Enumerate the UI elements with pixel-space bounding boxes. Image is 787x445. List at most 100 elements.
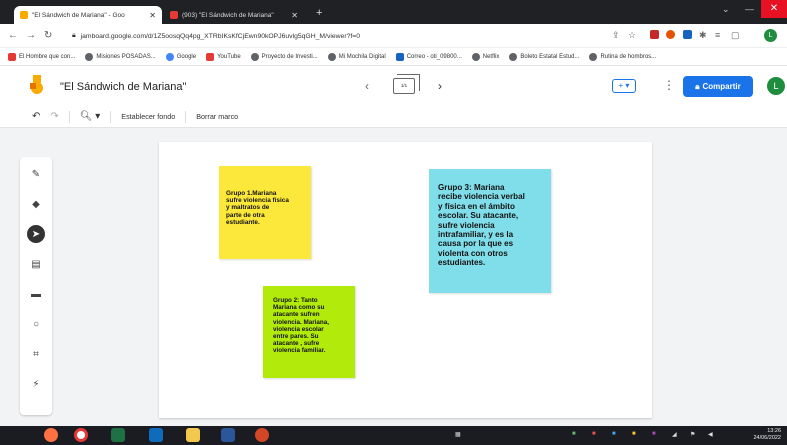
youtube-favicon-icon <box>170 11 178 19</box>
previous-frame-icon[interactable]: ‹ <box>365 79 369 93</box>
bookmark-item[interactable]: Boleto Estatal Estud... <box>509 52 579 61</box>
google-icon <box>165 52 174 61</box>
present-icon: + ▾ <box>618 81 630 90</box>
wifi-icon[interactable]: ◢ <box>672 431 677 438</box>
extensions-puzzle-icon[interactable]: ✱ <box>699 30 707 41</box>
tab-youtube[interactable]: (903) "El Sándwich de Mariana" ✕ <box>164 6 304 24</box>
jamboard-header: "El Sándwich de Mariana" ‹ 1/1 › + ▾ ⋮ 🔒… <box>0 66 787 106</box>
profile-avatar[interactable]: L <box>764 29 777 42</box>
opera-extension-icon[interactable] <box>666 30 675 39</box>
redo-icon[interactable]: ↷ <box>50 111 58 122</box>
frame-bar-button[interactable]: 1/1 <box>393 74 420 94</box>
bookmark-item[interactable]: Mi Mochila Digital <box>327 52 386 61</box>
document-title[interactable]: "El Sándwich de Mariana" <box>60 81 186 93</box>
flag-icon[interactable]: ⚑ <box>690 431 695 438</box>
undo-icon[interactable]: ↶ <box>32 111 40 122</box>
system-clock[interactable]: 13:26 24/06/2022 <box>753 428 781 442</box>
edit-toolbar: ↶ ↷ 🔍︎ ▾ Establecer fondo Borrar marco <box>0 106 787 128</box>
forward-icon[interactable]: → <box>26 30 36 41</box>
bookmark-favicon-icon <box>8 52 16 61</box>
tray-icon[interactable]: ■ <box>652 431 656 437</box>
sticky-note[interactable]: Grupo 3: Mariana recibe violencia verbal… <box>429 169 551 293</box>
url-text: jamboard.google.com/d/1Z5oosqQq4pg_XTRbI… <box>80 32 361 40</box>
eraser-icon[interactable]: ◆ <box>27 195 45 213</box>
divider <box>110 110 112 123</box>
new-tab-button[interactable]: + <box>316 7 322 19</box>
tab-title: "El Sándwich de Mariana" - Goo <box>32 11 125 19</box>
speaker-icon[interactable]: ◀︎ <box>708 431 713 438</box>
select-icon[interactable]: ➤ <box>27 225 45 243</box>
tray-icon[interactable]: ■ <box>632 431 636 437</box>
firefox-icon[interactable] <box>44 428 58 442</box>
zoom-icon[interactable]: 🔍︎ ▾ <box>80 111 101 122</box>
minimize-icon[interactable]: — <box>745 4 754 14</box>
tray-icon[interactable]: ■ <box>572 431 576 437</box>
side-panel-icon[interactable]: ▢ <box>731 30 740 41</box>
laser-icon[interactable]: ⚡︎ <box>27 375 45 393</box>
bookmark-favicon-icon <box>471 52 480 61</box>
more-options-icon[interactable]: ⋮ <box>663 78 675 92</box>
reload-icon[interactable]: ↻ <box>44 30 52 41</box>
sticky-note-icon[interactable]: ▤ <box>27 255 45 273</box>
bookmark-item[interactable]: Google <box>165 52 196 61</box>
bookmark-favicon-icon <box>250 52 259 61</box>
pen-icon[interactable]: ✎ <box>27 165 45 183</box>
tab-jamboard[interactable]: "El Sándwich de Mariana" - Goo ✕ <box>14 6 162 24</box>
set-background-button[interactable]: Establecer fondo <box>121 112 175 121</box>
close-tab-icon[interactable]: ✕ <box>149 11 156 20</box>
lock-icon: 🔒︎ <box>72 32 76 39</box>
sticky-note-text: Grupo 1.Mariana sufre violencia física y… <box>226 190 289 226</box>
text-box-icon[interactable]: ⌗ <box>27 345 45 363</box>
sticky-note[interactable]: Grupo 1.Mariana sufre violencia física y… <box>219 166 311 259</box>
url-field[interactable]: 🔒︎ jamboard.google.com/d/1Z5oosqQq4pg_XT… <box>68 28 588 44</box>
bookmark-item[interactable]: YouTube <box>206 52 241 61</box>
user-avatar[interactable]: L <box>767 77 785 95</box>
next-frame-icon[interactable]: › <box>438 79 442 93</box>
youtube-icon <box>206 52 215 61</box>
opera-icon[interactable] <box>74 428 88 442</box>
bookmark-item[interactable]: El Hombre que con... <box>8 52 75 61</box>
outlook-icon[interactable] <box>149 428 163 442</box>
file-explorer-icon[interactable] <box>186 428 200 442</box>
close-tab-icon[interactable]: ✕ <box>291 11 298 20</box>
bookmark-star-icon[interactable]: ☆ <box>628 30 636 41</box>
bookmark-item[interactable]: Misiones POSADAS... <box>85 52 156 61</box>
close-window-icon[interactable]: ✕ <box>761 0 787 18</box>
tab-title: (903) "El Sándwich de Mariana" <box>182 11 274 19</box>
bookmark-item[interactable]: Correo - oti_09800... <box>395 52 462 61</box>
keyboard-icon[interactable]: ▦ <box>455 431 461 438</box>
share-button[interactable]: 🔒︎ Compartir <box>683 76 753 97</box>
sticky-note-text: Grupo 2: Tanto Mariana como su atacante … <box>273 297 329 355</box>
jam-canvas[interactable]: Grupo 1.Mariana sufre violencia física y… <box>159 142 652 418</box>
extension-icon[interactable] <box>683 30 692 39</box>
tray-icon[interactable]: ■ <box>612 431 616 437</box>
reading-list-icon[interactable]: ≡ <box>715 30 720 40</box>
tray-icon[interactable]: ■ <box>592 431 596 437</box>
share-page-icon[interactable]: ⇪ <box>612 30 620 41</box>
bookmark-favicon-icon <box>509 52 518 61</box>
outlook-icon <box>395 52 404 61</box>
word-icon[interactable] <box>221 428 235 442</box>
circle-icon[interactable]: ○ <box>27 315 45 333</box>
present-button[interactable]: + ▾ <box>612 79 636 93</box>
bookmark-item[interactable]: Rutina de hombros... <box>589 52 656 61</box>
jamboard-logo-icon[interactable] <box>30 75 44 95</box>
extension-icon[interactable] <box>650 30 659 39</box>
image-icon[interactable]: ▬ <box>27 285 45 303</box>
sticky-note[interactable]: Grupo 2: Tanto Mariana como su atacante … <box>263 286 355 378</box>
lock-icon: 🔒︎ <box>695 81 700 91</box>
powerpoint-icon[interactable] <box>255 428 269 442</box>
bookmark-item[interactable]: Netflix <box>471 52 499 61</box>
jamboard-favicon-icon <box>20 11 28 19</box>
workspace: ✎ ◆ ➤ ▤ ▬ ○ ⌗ ⚡︎ Grupo 1.Mariana sufre v… <box>0 128 787 426</box>
divider <box>68 110 70 123</box>
clear-frame-button[interactable]: Borrar marco <box>196 112 238 121</box>
excel-icon[interactable] <box>111 428 125 442</box>
sticky-note-text: Grupo 3: Mariana recibe violencia verbal… <box>438 183 525 268</box>
browser-tab-strip: "El Sándwich de Mariana" - Goo ✕ (903) "… <box>0 0 787 24</box>
tool-rail: ✎ ◆ ➤ ▤ ▬ ○ ⌗ ⚡︎ <box>20 157 52 415</box>
bookmark-item[interactable]: Proyecto de Investi... <box>250 52 318 61</box>
tab-search-icon[interactable]: ⌄ <box>722 4 730 15</box>
bookmarks-bar: El Hombre que con... Misiones POSADAS...… <box>0 48 787 66</box>
back-icon[interactable]: ← <box>8 30 18 41</box>
